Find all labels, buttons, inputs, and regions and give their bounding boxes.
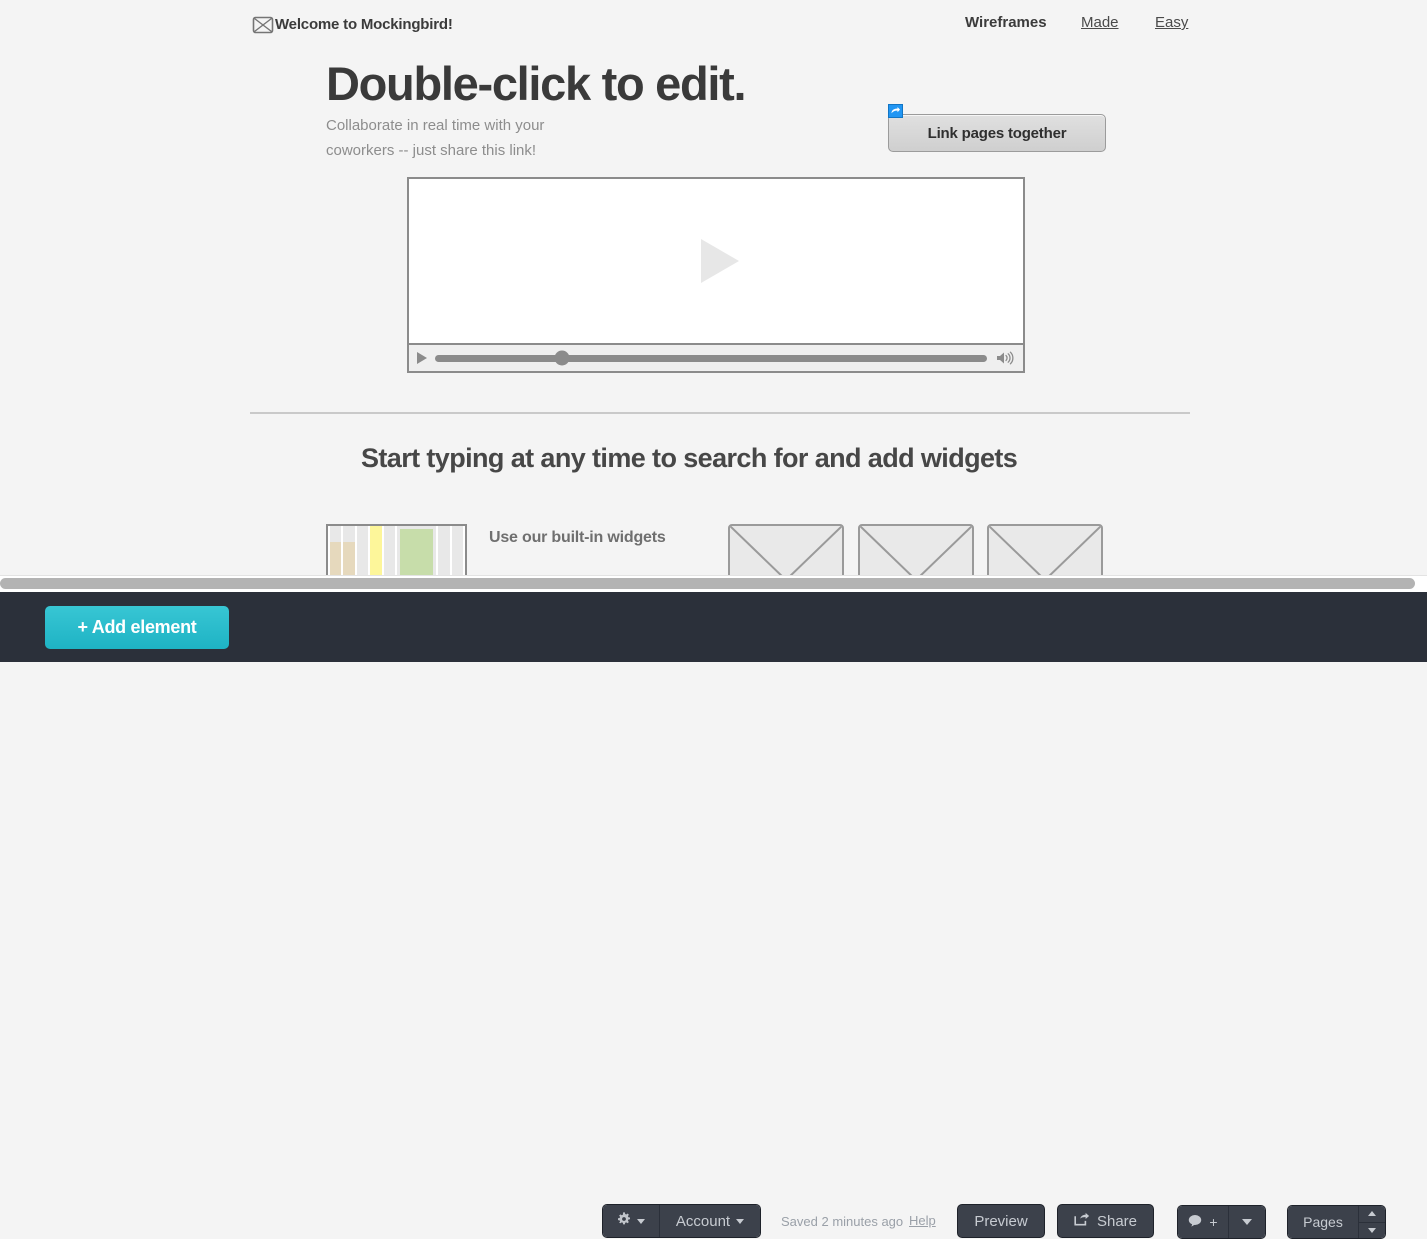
bottom-toolbar: + Add element Account Saved 2 minutes ag… — [0, 592, 1427, 1239]
share-export-icon — [1074, 1212, 1090, 1230]
preview-label: Preview — [974, 1212, 1028, 1230]
calendar-column — [343, 526, 355, 575]
chevron-up-icon — [1368, 1211, 1376, 1217]
calendar-column — [383, 526, 396, 575]
share-label: Share — [1096, 1212, 1138, 1230]
calendar-column — [397, 526, 437, 575]
calendar-block — [400, 529, 434, 575]
add-comment-button[interactable]: + — [1178, 1206, 1228, 1238]
video-controls[interactable] — [407, 345, 1025, 373]
settings-gear-button[interactable] — [603, 1205, 659, 1237]
help-link[interactable]: Help — [909, 1213, 936, 1228]
scrollbar-thumb[interactable] — [0, 578, 1415, 589]
pages-group: Pages — [1287, 1205, 1386, 1239]
mockingbird-app: Welcome to Mockingbird! Wireframes Made … — [0, 0, 1427, 1239]
comment-plus-label: + — [1209, 1214, 1218, 1230]
wireframe-canvas[interactable]: Welcome to Mockingbird! Wireframes Made … — [0, 0, 1427, 575]
nav-item-easy[interactable]: Easy — [1155, 14, 1188, 31]
share-button[interactable]: Share — [1057, 1204, 1154, 1238]
link-pages-button-wrapper: Link pages together — [888, 104, 1106, 152]
image-placeholder-2[interactable] — [858, 524, 974, 575]
video-screen[interactable] — [407, 177, 1025, 345]
comment-bubble-icon — [1188, 1214, 1203, 1231]
image-placeholder-3[interactable] — [987, 524, 1103, 575]
pages-label: Pages — [1303, 1214, 1343, 1230]
settings-account-group: Account — [602, 1204, 761, 1238]
nav-label-wireframes: Wireframes — [965, 14, 1047, 31]
chevron-down-icon — [736, 1218, 745, 1224]
chevron-down-icon — [637, 1218, 645, 1224]
volume-icon[interactable] — [995, 350, 1015, 366]
nav-item-made[interactable]: Made — [1081, 14, 1119, 31]
page-title: Welcome to Mockingbird! — [275, 15, 453, 33]
nav-label-made: Made — [1081, 14, 1119, 31]
video-widget[interactable] — [407, 177, 1025, 373]
page-header[interactable]: Welcome to Mockingbird! — [251, 12, 453, 36]
nav-label-easy: Easy — [1155, 14, 1189, 31]
calendar-block — [343, 542, 355, 575]
preview-button[interactable]: Preview — [957, 1204, 1045, 1238]
comment-dropdown-button[interactable] — [1229, 1206, 1265, 1238]
calendar-block — [330, 542, 342, 575]
account-label: Account — [675, 1212, 731, 1230]
calendar-column — [356, 526, 369, 575]
chevron-down-icon — [1242, 1219, 1252, 1225]
play-icon[interactable] — [701, 239, 739, 283]
widgets-caption[interactable]: Use our built-in widgets — [489, 529, 666, 547]
calendar-column — [451, 526, 463, 575]
video-progress-thumb[interactable] — [554, 350, 570, 366]
add-element-label: + Add element — [77, 617, 197, 637]
pages-stepper-up[interactable] — [1359, 1206, 1385, 1223]
pages-stepper-down[interactable] — [1359, 1223, 1385, 1239]
gear-icon — [617, 1212, 631, 1230]
play-icon-small[interactable] — [417, 352, 427, 364]
add-element-button[interactable]: + Add element — [45, 606, 229, 649]
pages-button[interactable]: Pages — [1288, 1206, 1358, 1238]
section-divider — [250, 412, 1190, 414]
chevron-down-icon — [1368, 1227, 1376, 1233]
saved-status: Saved 2 minutes ago — [781, 1214, 904, 1229]
page-link-icon[interactable] — [888, 104, 903, 118]
calendar-block — [370, 526, 382, 575]
horizontal-scrollbar[interactable] — [0, 575, 1427, 593]
calendar-column — [438, 526, 450, 575]
calendar-column — [370, 526, 382, 575]
calendar-column — [330, 526, 342, 575]
nav-item-wireframes[interactable]: Wireframes — [965, 14, 1047, 31]
comment-group: + — [1177, 1205, 1266, 1239]
account-button[interactable]: Account — [660, 1205, 760, 1237]
image-placeholder-x-icon — [251, 12, 275, 36]
image-placeholder-1[interactable] — [728, 524, 844, 575]
link-pages-together-button[interactable]: Link pages together — [888, 114, 1106, 152]
link-pages-label: Link pages together — [927, 124, 1067, 142]
hero-subtitle[interactable]: Collaborate in real time with your cowor… — [326, 113, 606, 163]
hero-heading[interactable]: Double-click to edit. — [326, 56, 747, 112]
calendar-widget[interactable] — [326, 524, 467, 575]
video-progress-track[interactable] — [435, 350, 987, 366]
section-heading[interactable]: Start typing at any time to search for a… — [361, 443, 1018, 474]
pages-stepper — [1359, 1206, 1385, 1238]
